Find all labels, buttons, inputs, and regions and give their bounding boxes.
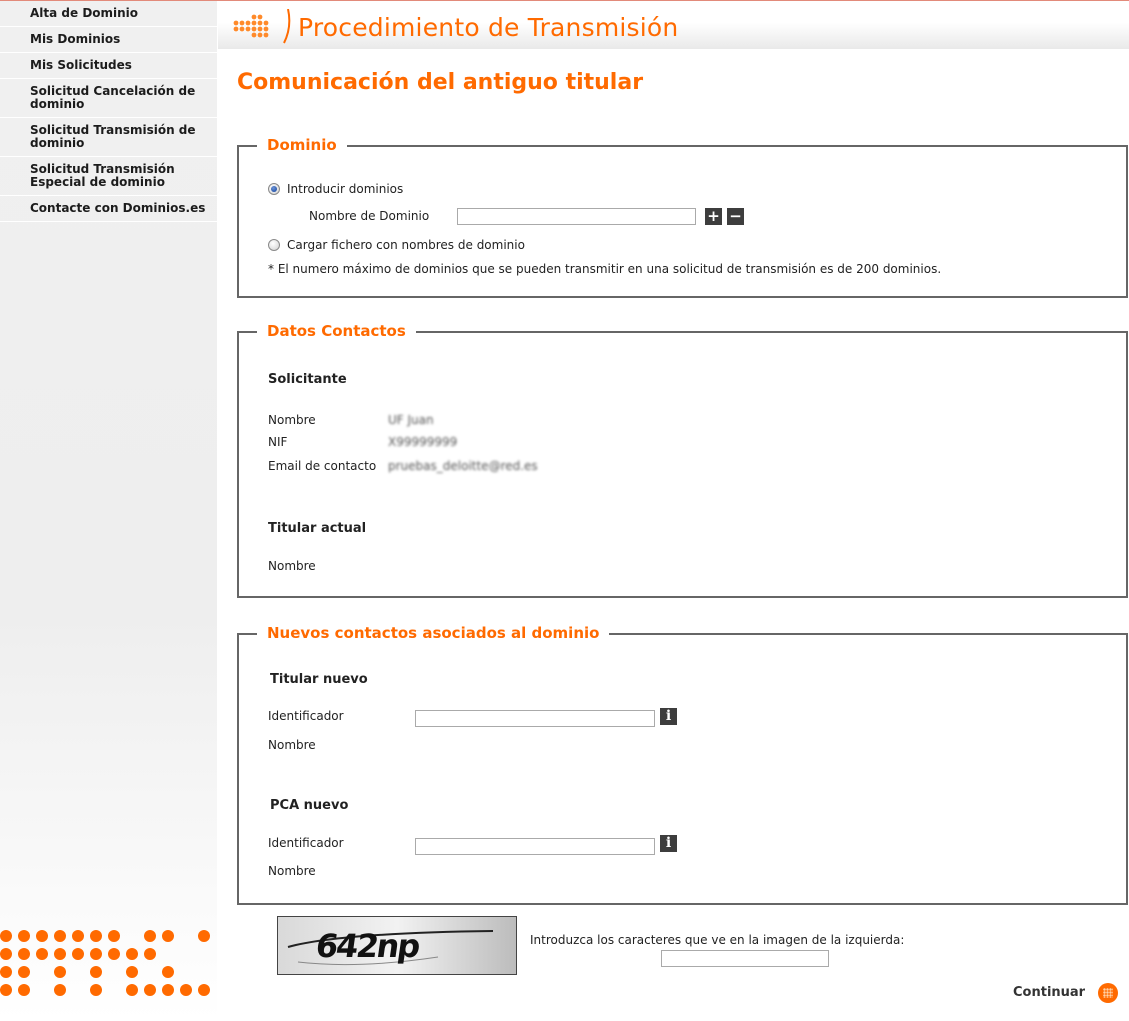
sidebar-item-transmision[interactable]: Solicitud Transmisión de dominio (0, 118, 217, 157)
titular-nuevo-identificador-label: Identificador (268, 709, 344, 723)
solicitante-email-value: pruebas_deloitte@red.es (388, 459, 538, 473)
nuevos-contactos-legend: Nuevos contactos asociados al dominio (257, 624, 610, 642)
solicitante-email-label: Email de contacto (268, 459, 377, 473)
add-domain-button[interactable]: + (705, 208, 722, 225)
dominios-dot-logo-icon (0, 930, 210, 996)
sidebar: Alta de Dominio Mis Dominios Mis Solicit… (0, 1, 217, 1021)
titular-nuevo-nombre-label: Nombre (268, 738, 316, 752)
solicitante-heading: Solicitante (268, 372, 347, 387)
page-header: Procedimiento de Transmisión (218, 1, 1129, 49)
datos-contactos-legend: Datos Contactos (257, 322, 416, 340)
introducir-dominios-radio[interactable] (268, 183, 280, 195)
sidebar-item-contacte[interactable]: Contacte con Dominios.es (0, 196, 217, 222)
titular-nuevo-identificador-input[interactable] (415, 710, 655, 727)
captcha-text: 642np (313, 927, 422, 965)
titular-actual-heading: Titular actual (268, 521, 367, 536)
pca-nuevo-nombre-label: Nombre (268, 864, 316, 878)
titular-nuevo-heading: Titular nuevo (270, 672, 368, 687)
pca-nuevo-heading: PCA nuevo (270, 798, 349, 813)
page-title: Comunicación del antiguo titular (237, 70, 644, 95)
solicitante-nif-label: NIF (268, 435, 288, 449)
solicitante-nombre-value: UF Juan (388, 413, 434, 427)
dominio-fieldset: Dominio Introducir dominios Nombre de Do… (237, 136, 1128, 298)
orange-arrow-icon (233, 9, 291, 44)
sidebar-item-alta-dominio[interactable]: Alta de Dominio (0, 1, 217, 27)
titular-actual-nombre-label: Nombre (268, 559, 316, 573)
continuar-button[interactable]: Continuar (1013, 985, 1085, 1000)
solicitante-nif-value: X99999999 (388, 435, 458, 449)
sidebar-item-mis-solicitudes[interactable]: Mis Solicitudes (0, 53, 217, 79)
captcha-image: 642np (277, 916, 517, 975)
sidebar-item-cancelacion[interactable]: Solicitud Cancelación de dominio (0, 79, 217, 118)
nombre-dominio-label: Nombre de Dominio (309, 209, 430, 223)
nombre-dominio-input[interactable] (457, 208, 696, 225)
introducir-dominios-label: Introducir dominios (287, 182, 404, 196)
pca-nuevo-identificador-input[interactable] (415, 838, 655, 855)
continuar-arrow-icon[interactable] (1098, 983, 1118, 1003)
dominio-note: * El numero máximo de dominios que se pu… (268, 262, 942, 276)
solicitante-nombre-label: Nombre (268, 413, 316, 427)
captcha-prompt: Introduzca los caracteres que ve en la i… (530, 933, 905, 947)
pca-nuevo-identificador-label: Identificador (268, 836, 344, 850)
captcha-input[interactable] (661, 950, 829, 967)
sidebar-menu: Alta de Dominio Mis Dominios Mis Solicit… (0, 1, 217, 222)
cargar-fichero-label: Cargar fichero con nombres de dominio (287, 238, 525, 252)
nuevos-contactos-fieldset: Nuevos contactos asociados al dominio Ti… (237, 624, 1128, 905)
dominio-legend: Dominio (257, 136, 347, 154)
sidebar-item-mis-dominios[interactable]: Mis Dominios (0, 27, 217, 53)
pca-info-icon[interactable]: i (660, 835, 677, 852)
titular-info-icon[interactable]: i (660, 708, 677, 725)
header-title: Procedimiento de Transmisión (298, 13, 679, 42)
sidebar-item-transmision-especial[interactable]: Solicitud Transmisión Especial de domini… (0, 157, 217, 196)
cargar-fichero-radio[interactable] (268, 239, 280, 251)
datos-contactos-fieldset: Datos Contactos Solicitante Nombre UF Ju… (237, 322, 1128, 598)
remove-domain-button[interactable]: − (727, 208, 744, 225)
